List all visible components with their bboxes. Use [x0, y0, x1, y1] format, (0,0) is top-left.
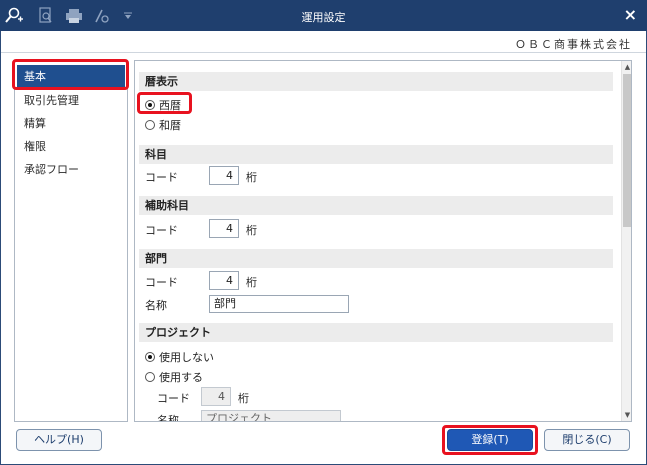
sidebar-item-settlement[interactable]: 精算	[17, 112, 125, 135]
sidebar: 基本 取引先管理 精算 権限 承認フロー	[14, 60, 128, 422]
scroll-thumb[interactable]	[623, 74, 631, 227]
project-name-input[interactable]: プロジェクト	[201, 410, 341, 421]
project-name-label: 名称	[157, 414, 179, 422]
sub-account-digit-unit: 桁	[246, 224, 257, 237]
section-sub-account-header: 補助科目	[139, 196, 613, 215]
section-account-header: 科目	[139, 145, 613, 164]
radio-western-calendar[interactable]: 西暦	[145, 97, 181, 113]
window-title: 運用設定	[301, 11, 346, 24]
department-code-label: コード	[145, 276, 178, 289]
department-code-digits-input[interactable]: 4	[209, 271, 239, 290]
sub-account-code-label: コード	[145, 224, 178, 237]
section-project-header: プロジェクト	[139, 323, 613, 342]
section-calendar-header: 暦表示	[139, 72, 613, 91]
help-button[interactable]: ヘルプ(H)	[16, 429, 102, 451]
close-icon[interactable]: ×	[624, 5, 637, 24]
sidebar-item-basic[interactable]: 基本	[17, 65, 125, 88]
close-button[interactable]: 閉じる(C)	[544, 429, 630, 451]
radio-japanese-calendar[interactable]: 和暦	[145, 117, 181, 133]
radio-label: 西暦	[159, 99, 181, 112]
radio-unchecked-icon	[145, 120, 155, 130]
radio-label: 使用する	[159, 371, 203, 384]
account-code-digits-input[interactable]: 4	[209, 166, 239, 185]
project-code-digits-input[interactable]: 4	[201, 387, 231, 406]
radio-checked-icon	[145, 352, 155, 362]
sub-account-code-digits-input[interactable]: 4	[209, 219, 239, 238]
company-name: ＯＢＣ商事株式会社	[515, 38, 632, 51]
settings-panel: 暦表示 西暦 和暦 科目 コード 4 桁 補助科目 コード 4 桁 部門 コード…	[134, 60, 632, 422]
account-code-label: コード	[145, 171, 178, 184]
department-name-label: 名称	[145, 299, 167, 312]
radio-label: 和暦	[159, 119, 181, 132]
company-bar: ＯＢＣ商事株式会社	[1, 31, 646, 53]
radio-checked-icon	[145, 100, 155, 110]
department-name-input[interactable]: 部門	[209, 295, 349, 313]
register-button[interactable]: 登録(T)	[447, 429, 533, 451]
section-department-header: 部門	[139, 249, 613, 268]
sidebar-item-partner[interactable]: 取引先管理	[17, 89, 125, 112]
sidebar-item-approval-flow[interactable]: 承認フロー	[17, 158, 125, 181]
department-digit-unit: 桁	[246, 276, 257, 289]
project-digit-unit: 桁	[238, 392, 249, 405]
scroll-down-icon[interactable]: ▼	[622, 409, 631, 421]
sidebar-item-permissions[interactable]: 権限	[17, 135, 125, 158]
radio-label: 使用しない	[159, 351, 214, 364]
account-digit-unit: 桁	[246, 171, 257, 184]
title-bar: 運用設定 ×	[0, 0, 647, 31]
radio-project-not-used[interactable]: 使用しない	[145, 349, 214, 365]
scroll-up-icon[interactable]: ▲	[622, 61, 631, 73]
radio-project-used[interactable]: 使用する	[145, 369, 203, 385]
vertical-scrollbar[interactable]: ▲ ▼	[621, 61, 631, 421]
project-code-label: コード	[157, 392, 190, 405]
radio-unchecked-icon	[145, 372, 155, 382]
